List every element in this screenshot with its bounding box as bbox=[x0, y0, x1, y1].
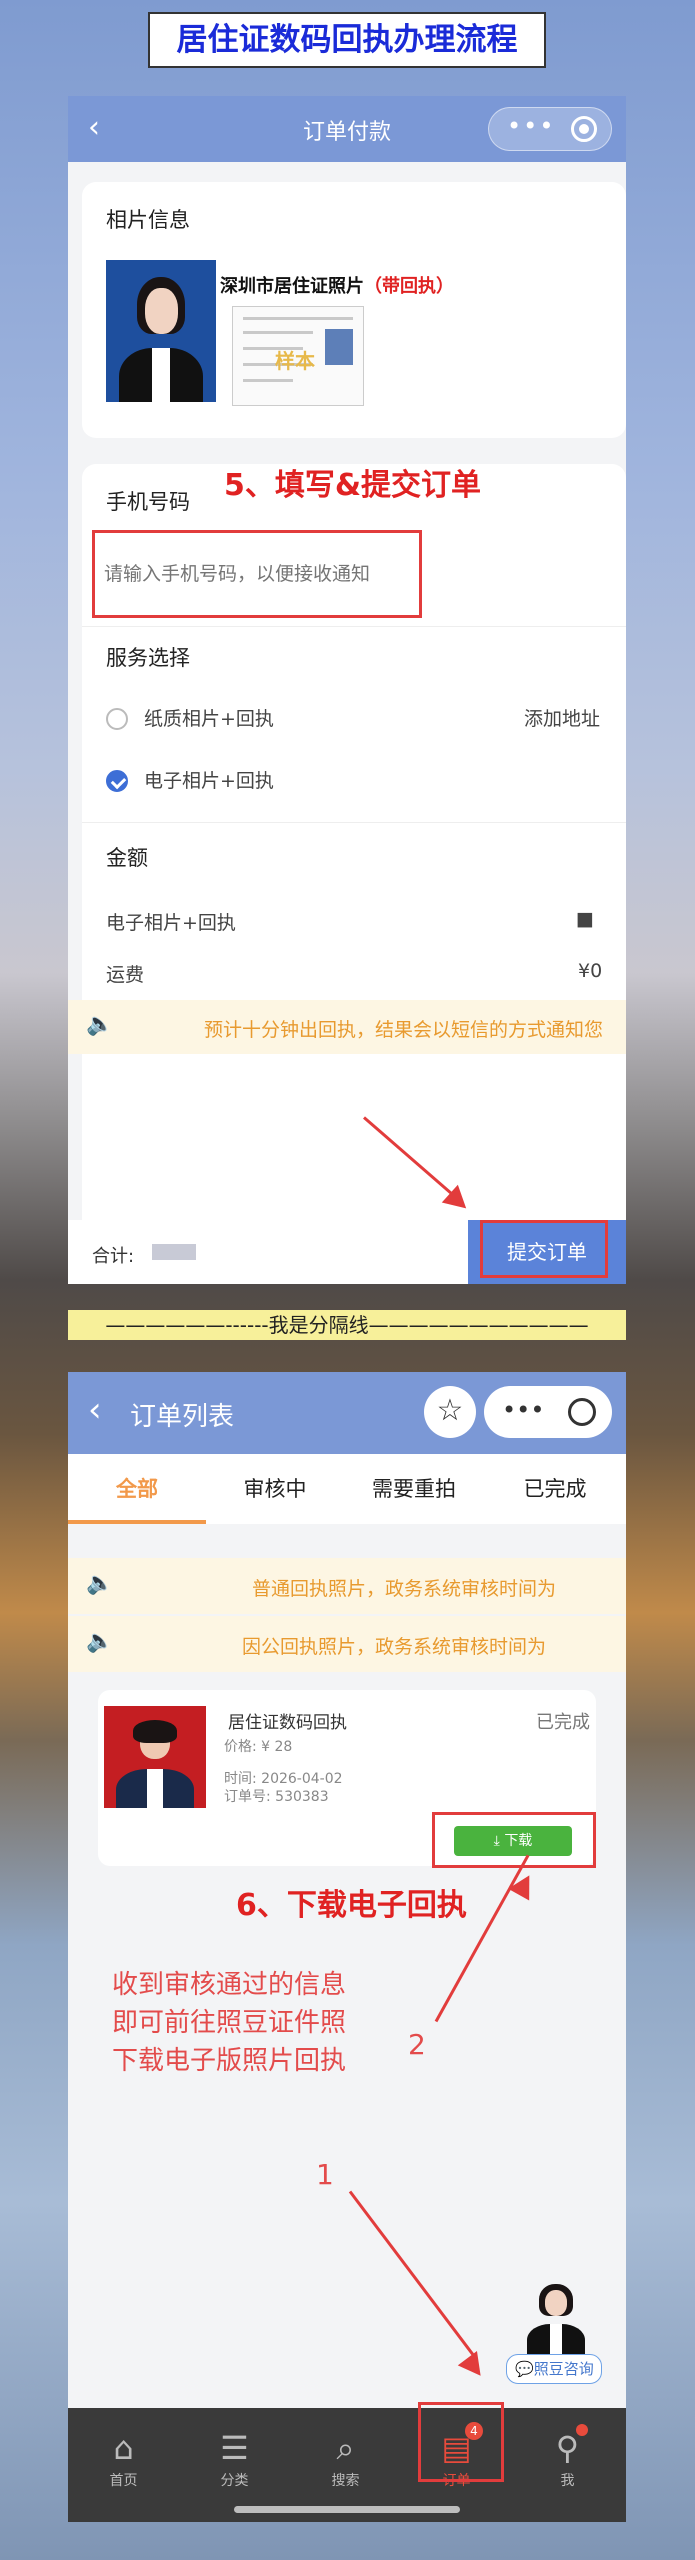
photo-info-card: 相片信息 深圳市居住证照片（带回执） 样本 bbox=[82, 182, 626, 438]
page-title: 居住证数码回执办理流程 bbox=[148, 12, 546, 68]
chat-icon: 💬 bbox=[515, 2360, 534, 2378]
mini-program-capsule[interactable]: ••• bbox=[488, 107, 612, 151]
step6-annotation: 6、下载电子回执 bbox=[236, 1888, 467, 1923]
order-photo bbox=[104, 1706, 206, 1808]
submit-highlight bbox=[480, 1220, 608, 1278]
tabbar-home-label: 首页 bbox=[109, 2473, 138, 2489]
download-highlight bbox=[432, 1812, 596, 1868]
tabbar-search-label: 搜索 bbox=[331, 2473, 360, 2489]
order-list-screen: ‹ 订单列表 ☆ ••• 全部 审核中 需要重拍 已完成 🔈 普通回执照片，政务… bbox=[68, 1372, 626, 2522]
tab-reviewing[interactable]: 审核中 bbox=[206, 1454, 344, 1524]
marker-2: 2 bbox=[408, 2028, 426, 2061]
home-indicator bbox=[234, 2506, 460, 2513]
total-label: 合计: bbox=[92, 1246, 135, 1267]
divider-line: ——————------我是分隔线——————————— bbox=[68, 1310, 626, 1340]
user-icon: ⚲ bbox=[555, 2429, 580, 2467]
notice-bar-2: 🔈 因公回执照片，政务系统审核时间为 bbox=[68, 1616, 626, 1672]
total-amount-masked bbox=[152, 1244, 196, 1260]
digital-option-label[interactable]: 电子相片+回执 bbox=[144, 766, 274, 793]
notice-text-2: 因公回执照片，政务系统审核时间为 bbox=[242, 1636, 547, 1658]
consult-button[interactable]: 💬照豆咨询 bbox=[506, 2354, 602, 2384]
category-search-icon: ☰ bbox=[220, 2429, 249, 2467]
nav-bar: ‹ 订单付款 ••• bbox=[68, 96, 626, 162]
star-icon[interactable]: ☆ bbox=[424, 1386, 476, 1438]
watermark: 样本 bbox=[275, 349, 315, 373]
tabbar-category[interactable]: ☰ 分类 bbox=[179, 2408, 290, 2522]
me-red-dot bbox=[576, 2424, 588, 2436]
nav-bar: ‹ 订单列表 ☆ ••• bbox=[68, 1372, 626, 1454]
annotation-arrow-1 bbox=[348, 2190, 478, 2361]
order-tab-highlight bbox=[418, 2402, 504, 2482]
receipt-sample-image: 样本 bbox=[232, 306, 364, 406]
home-icon: ⌂ bbox=[113, 2429, 134, 2467]
digital-option-radio[interactable] bbox=[106, 770, 128, 792]
search-icon: ⌕ bbox=[336, 2429, 355, 2467]
notice-text: 预计十分钟出回执，结果会以短信的方式通知您 bbox=[204, 1019, 604, 1041]
notice-text-1: 普通回执照片，政务系统审核时间为 bbox=[252, 1578, 557, 1600]
close-target-icon[interactable] bbox=[571, 116, 597, 142]
close-target-icon[interactable] bbox=[568, 1398, 596, 1426]
product-tag: （带回执） bbox=[364, 276, 454, 297]
more-icon[interactable]: ••• bbox=[502, 1396, 544, 1424]
nav-title: 订单列表 bbox=[130, 1402, 235, 1432]
instruction-line-3: 下载电子版照片回执 bbox=[112, 2046, 347, 2076]
back-icon[interactable]: ‹ bbox=[88, 1390, 102, 1430]
order-price: 价格: ¥ 28 bbox=[224, 1739, 293, 1755]
order-number: 订单号: 530383 bbox=[224, 1789, 329, 1805]
annotation-arrow-2-head bbox=[508, 1869, 540, 1901]
step5-annotation: 5、填写&提交订单 bbox=[224, 468, 482, 503]
speaker-icon: 🔈 bbox=[86, 1012, 114, 1037]
amount-label: 金额 bbox=[106, 846, 148, 870]
amount-row-value: ■ bbox=[576, 908, 594, 930]
product-name-line: 深圳市居住证照片（带回执） bbox=[220, 272, 454, 298]
more-icon[interactable]: ••• bbox=[507, 112, 555, 140]
product-name: 深圳市居住证照片 bbox=[220, 276, 364, 297]
portrait-photo bbox=[106, 260, 216, 402]
order-status: 已完成 bbox=[536, 1712, 590, 1733]
phone-label: 手机号码 bbox=[106, 490, 190, 514]
order-tabs: 全部 审核中 需要重拍 已完成 bbox=[68, 1454, 626, 1524]
shipping-value: ¥0 bbox=[578, 960, 603, 982]
tabbar-me[interactable]: ⚲ 我 bbox=[512, 2408, 623, 2522]
tabbar-category-label: 分类 bbox=[220, 2473, 249, 2489]
instruction-line-2: 即可前往照豆证件照 bbox=[112, 2008, 347, 2038]
order-time: 时间: 2026-04-02 bbox=[224, 1771, 343, 1787]
add-address-link[interactable]: 添加地址 bbox=[524, 704, 600, 731]
marker-1: 1 bbox=[316, 2158, 334, 2191]
order-payment-screen: ‹ 订单付款 ••• 相片信息 深圳市居住证照片（带回执） 样本 手机号码 5、… bbox=[68, 96, 626, 1284]
speaker-icon: 🔈 bbox=[86, 1629, 114, 1654]
paper-option-label[interactable]: 纸质相片+回执 bbox=[144, 704, 274, 731]
amount-row-label: 电子相片+回执 bbox=[106, 912, 236, 934]
instruction-line-1: 收到审核通过的信息 bbox=[112, 1970, 347, 2000]
consultant-avatar[interactable] bbox=[518, 2274, 594, 2354]
annotation-arrow-1-head bbox=[457, 2350, 491, 2384]
paper-option-radio[interactable] bbox=[106, 708, 128, 730]
photo-info-label: 相片信息 bbox=[106, 208, 190, 232]
speaker-icon: 🔈 bbox=[86, 1571, 114, 1596]
order-title: 居住证数码回执 bbox=[228, 1713, 347, 1733]
active-tab-indicator bbox=[68, 1520, 206, 1524]
bottom-tab-bar: ⌂ 首页 ☰ 分类 ⌕ 搜索 ▤ 订单 4 ⚲ 我 bbox=[68, 2408, 626, 2522]
tab-completed[interactable]: 已完成 bbox=[484, 1454, 626, 1524]
tab-retake[interactable]: 需要重拍 bbox=[344, 1454, 484, 1524]
tabbar-search[interactable]: ⌕ 搜索 bbox=[290, 2408, 401, 2522]
consult-label: 照豆咨询 bbox=[533, 2360, 594, 2378]
tab-all[interactable]: 全部 bbox=[68, 1454, 206, 1524]
mini-program-capsule[interactable]: ••• bbox=[484, 1386, 612, 1438]
tabbar-home[interactable]: ⌂ 首页 bbox=[68, 2408, 179, 2522]
tabbar-me-label: 我 bbox=[560, 2473, 575, 2489]
notice-bar-1: 🔈 普通回执照片，政务系统审核时间为 bbox=[68, 1558, 626, 1614]
service-label: 服务选择 bbox=[106, 646, 190, 670]
shipping-label: 运费 bbox=[106, 964, 145, 986]
notice-bar: 🔈 预计十分钟出回执，结果会以短信的方式通知您 bbox=[68, 1000, 626, 1054]
bottom-total-bar: 合计: bbox=[68, 1220, 468, 1284]
phone-input[interactable] bbox=[104, 556, 414, 592]
